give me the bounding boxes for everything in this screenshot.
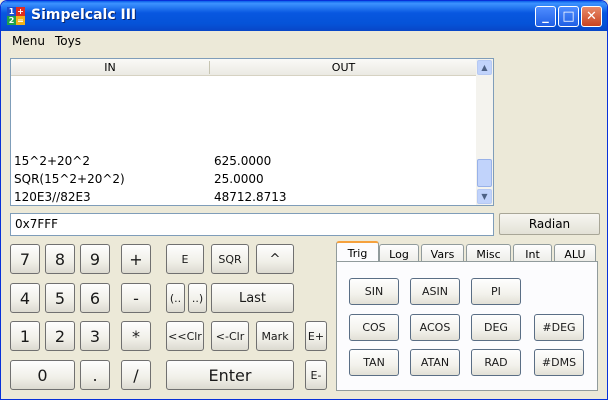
minimize-button[interactable]: _ bbox=[535, 6, 556, 27]
scroll-up-icon[interactable]: ▲ bbox=[477, 60, 492, 75]
key-exp-plus[interactable]: E+ bbox=[305, 321, 327, 351]
key-7[interactable]: 7 bbox=[10, 244, 40, 274]
menu-bar: Menu Toys bbox=[1, 31, 607, 51]
key-multiply[interactable]: * bbox=[121, 321, 151, 351]
column-header-out[interactable]: OUT bbox=[210, 59, 477, 76]
history-input: 120E3//82E3 bbox=[14, 190, 91, 204]
app-icon-digit: 2 bbox=[7, 16, 16, 25]
key-6[interactable]: 6 bbox=[80, 283, 110, 313]
key-exponent[interactable]: E bbox=[166, 244, 204, 274]
key-asin[interactable]: ASIN bbox=[410, 278, 460, 305]
key-last[interactable]: Last bbox=[211, 283, 294, 313]
key-3[interactable]: 3 bbox=[80, 321, 110, 351]
scroll-down-icon[interactable]: ▼ bbox=[477, 189, 492, 204]
key-4[interactable]: 4 bbox=[10, 283, 40, 313]
key-hash-deg[interactable]: #DEG bbox=[534, 314, 584, 341]
key-divide[interactable]: / bbox=[121, 360, 151, 390]
column-header-in[interactable]: IN bbox=[11, 59, 209, 76]
key-clear[interactable]: <-Clr bbox=[211, 321, 249, 351]
key-pi[interactable]: PI bbox=[471, 278, 521, 305]
tab-trig[interactable]: Trig bbox=[336, 241, 379, 263]
app-icon-digit: + bbox=[16, 7, 25, 16]
history-output: 48712.8713 bbox=[214, 190, 287, 204]
app-icon-digit: = bbox=[16, 16, 25, 25]
key-hash-dms[interactable]: #DMS bbox=[534, 349, 584, 376]
key-sqr[interactable]: SQR bbox=[211, 244, 249, 274]
calculator-app-icon: 1 + 2 = bbox=[7, 7, 25, 25]
history-input: SQR(15^2+20^2) bbox=[14, 172, 125, 186]
history-list[interactable]: IN OUT 15^2+20^2 625.0000 SQR(15^2+20^2)… bbox=[10, 58, 494, 206]
key-paren-close[interactable]: ..) bbox=[188, 283, 207, 313]
history-output: 625.0000 bbox=[214, 154, 272, 168]
window-title: Simpelcalc III bbox=[31, 7, 137, 23]
key-paren-open[interactable]: (.. bbox=[166, 283, 185, 313]
history-output: 25.0000 bbox=[214, 172, 264, 186]
key-plus[interactable]: + bbox=[121, 244, 151, 274]
key-acos[interactable]: ACOS bbox=[410, 314, 460, 341]
menu-item-toys[interactable]: Toys bbox=[55, 34, 81, 48]
vertical-scrollbar[interactable]: ▲ ▼ bbox=[476, 59, 493, 205]
key-exp-minus[interactable]: E- bbox=[305, 360, 327, 390]
history-header: IN OUT bbox=[11, 59, 477, 76]
key-sin[interactable]: SIN bbox=[349, 278, 399, 305]
title-bar[interactable]: 1 + 2 = Simpelcalc III _ □ ✕ bbox=[1, 1, 607, 31]
key-tan[interactable]: TAN bbox=[349, 349, 399, 376]
key-2[interactable]: 2 bbox=[45, 321, 75, 351]
close-button[interactable]: ✕ bbox=[581, 6, 602, 27]
maximize-button[interactable]: □ bbox=[558, 6, 579, 27]
key-deg[interactable]: DEG bbox=[471, 314, 521, 341]
key-8[interactable]: 8 bbox=[45, 244, 75, 274]
key-rad[interactable]: RAD bbox=[471, 349, 521, 376]
key-minus[interactable]: - bbox=[121, 283, 151, 313]
key-cos[interactable]: COS bbox=[349, 314, 399, 341]
key-9[interactable]: 9 bbox=[80, 244, 110, 274]
expression-input[interactable]: 0x7FFF bbox=[10, 213, 494, 236]
app-window: 1 + 2 = Simpelcalc III _ □ ✕ Menu Toys I… bbox=[0, 0, 608, 400]
key-enter[interactable]: Enter bbox=[166, 360, 294, 390]
key-5[interactable]: 5 bbox=[45, 283, 75, 313]
key-mark[interactable]: Mark bbox=[256, 321, 294, 351]
angle-mode-button[interactable]: Radian bbox=[499, 213, 600, 235]
key-clear-all[interactable]: <<Clr bbox=[166, 321, 204, 351]
menu-item-menu[interactable]: Menu bbox=[12, 34, 45, 48]
key-atan[interactable]: ATAN bbox=[410, 349, 460, 376]
app-icon-digit: 1 bbox=[7, 7, 16, 16]
history-input: 15^2+20^2 bbox=[14, 154, 90, 168]
key-1[interactable]: 1 bbox=[10, 321, 40, 351]
key-0[interactable]: 0 bbox=[10, 360, 75, 390]
key-decimal[interactable]: . bbox=[80, 360, 110, 390]
key-power[interactable]: ^ bbox=[256, 244, 294, 274]
scroll-thumb[interactable] bbox=[477, 159, 492, 187]
